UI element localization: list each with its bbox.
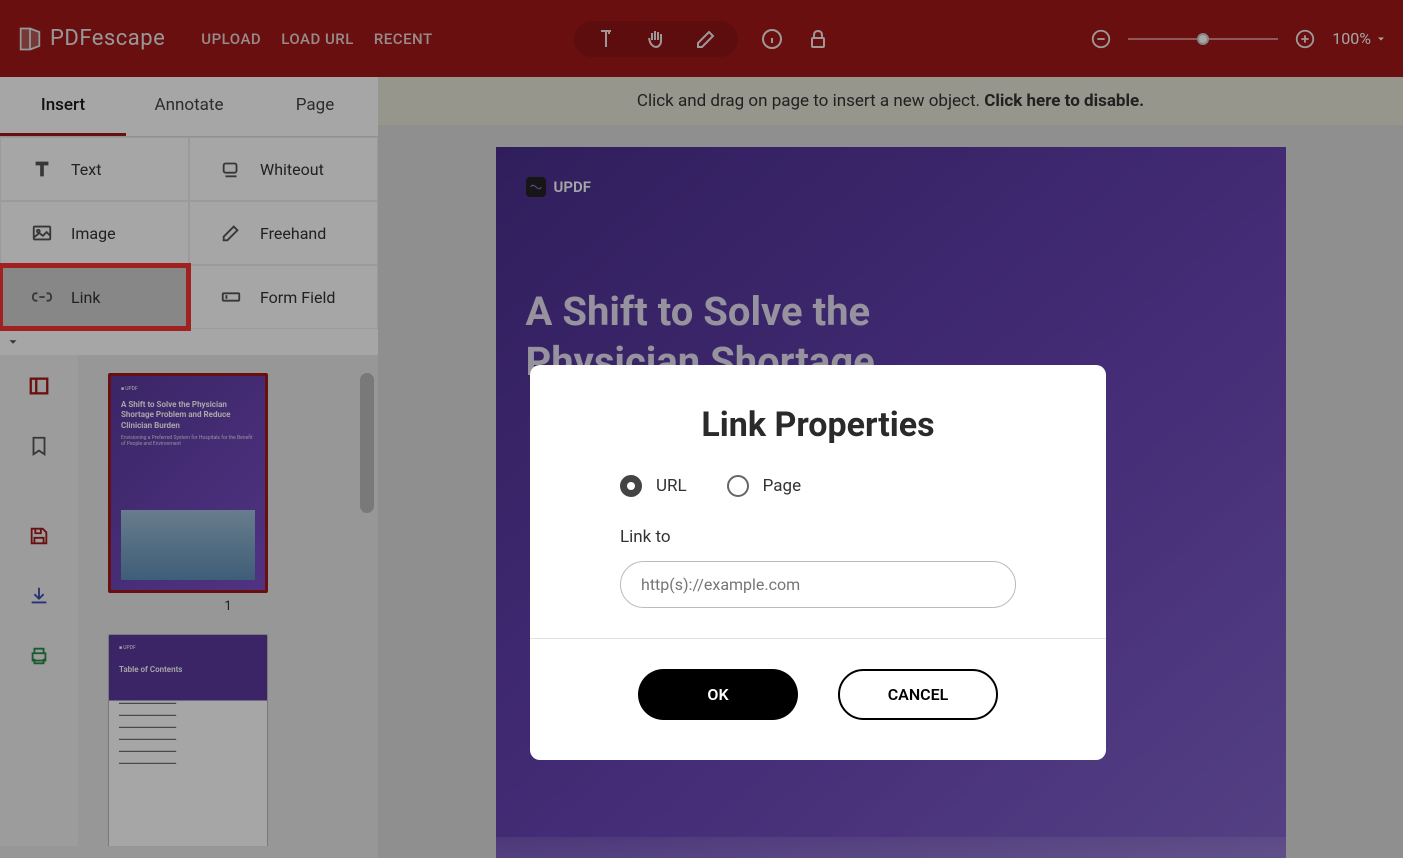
radio-page[interactable]: Page [727,475,801,497]
modal-footer: OK CANCEL [530,638,1106,760]
link-type-radio-group: URL Page [620,475,1016,497]
link-to-label: Link to [620,527,1016,547]
modal-title: Link Properties [530,365,1106,475]
link-properties-modal: Link Properties URL Page Link to OK CANC… [530,365,1106,760]
radio-page-circle [727,475,749,497]
radio-url-circle [620,475,642,497]
link-url-input[interactable] [620,561,1016,608]
cancel-button[interactable]: CANCEL [838,669,998,720]
radio-page-label: Page [763,476,801,496]
radio-url-label: URL [656,476,687,496]
ok-button[interactable]: OK [638,669,798,720]
radio-url[interactable]: URL [620,475,687,497]
